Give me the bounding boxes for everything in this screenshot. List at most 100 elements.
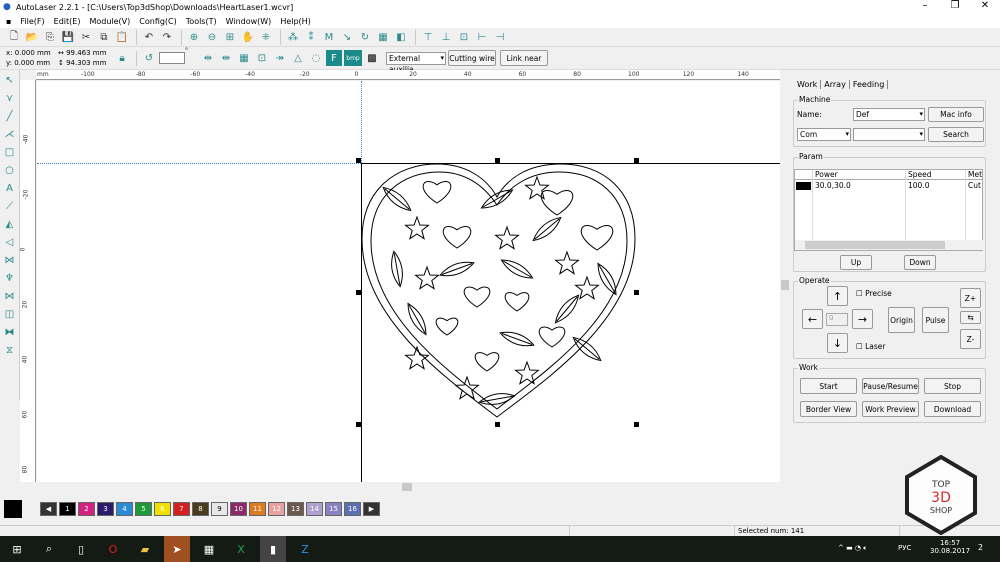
color-swatch[interactable]: 15 (325, 502, 342, 516)
color-swatch[interactable]: 12 (268, 502, 285, 516)
menu-config[interactable]: Config(C) (139, 17, 177, 26)
color-swatch[interactable]: 5 (135, 502, 152, 516)
mirror-icon[interactable]: M (321, 29, 337, 45)
smooth-icon[interactable]: △ (290, 50, 306, 66)
align-right-icon[interactable]: ⊣ (492, 29, 508, 45)
port-dropdown[interactable] (853, 128, 925, 141)
group-icon[interactable]: ⁜ (258, 29, 274, 45)
stop-button[interactable]: Stop (924, 378, 981, 394)
selection-handle[interactable] (495, 422, 500, 427)
offset-icon[interactable]: ◌ (308, 50, 324, 66)
align-center-v-icon[interactable]: ⊥ (438, 29, 454, 45)
opera-icon[interactable]: O (100, 536, 126, 562)
zoom-in-icon[interactable]: ⊕ (186, 29, 202, 45)
maximize-button[interactable]: ❐ (940, 0, 970, 11)
align-5-tool-icon[interactable]: ⧓ (2, 325, 17, 340)
language-indicator[interactable]: РУС (898, 544, 911, 552)
line-path-icon[interactable]: ↠ (272, 50, 288, 66)
link-near-button[interactable]: Link near (500, 50, 548, 66)
paste-icon[interactable]: 📋 (114, 29, 130, 45)
align-4-tool-icon[interactable]: ◫ (2, 307, 17, 322)
align-middle-icon[interactable]: ⊡ (456, 29, 472, 45)
vertical-scrollbar[interactable] (780, 80, 790, 482)
align-left-icon[interactable]: ⊢ (474, 29, 490, 45)
tray-icons[interactable]: ^ ▬ ◔ 🔈︎ (838, 544, 867, 553)
redo-icon[interactable]: ↷ (159, 29, 175, 45)
color-swatch[interactable]: 4 (116, 502, 133, 516)
step-input[interactable]: 0 (826, 313, 848, 326)
down-button[interactable]: Down (904, 255, 936, 270)
selection-handle[interactable] (634, 158, 639, 163)
text-tool-icon[interactable]: A (2, 181, 17, 196)
align-6-tool-icon[interactable]: ⧖ (2, 343, 17, 358)
calculator-icon[interactable]: ▦ (196, 536, 222, 562)
color-swatch[interactable]: 2 (78, 502, 95, 516)
search-button[interactable]: Search (928, 127, 984, 142)
grid-icon[interactable]: ▦ (375, 29, 391, 45)
color-swatch[interactable]: 14 (306, 502, 323, 516)
undo-icon[interactable]: ↶ (141, 29, 157, 45)
z-home-button[interactable]: ⇆ (960, 311, 981, 324)
distribute-h-icon[interactable]: ⇹ (200, 50, 216, 66)
drawing-canvas[interactable] (37, 81, 780, 482)
z-plus-button[interactable]: Z+ (960, 288, 981, 308)
distribute-v-icon[interactable]: ⇹ (218, 50, 234, 66)
move-left-button[interactable]: ← (802, 309, 823, 329)
copy-icon[interactable]: ⧉ (96, 29, 112, 45)
menu-help[interactable]: Help(H) (280, 17, 311, 26)
import-icon[interactable]: ⎘ (42, 29, 58, 45)
same-size-icon[interactable]: ▦ (236, 50, 252, 66)
color-swatch[interactable]: 11 (249, 502, 266, 516)
node-edit-icon[interactable]: ⁑ (303, 29, 319, 45)
minimize-button[interactable]: – (910, 0, 940, 11)
table-row[interactable]: 30.0,30.0 100.0 Cut (795, 181, 983, 191)
search-icon[interactable]: ⌕ (36, 536, 62, 562)
app-z-icon[interactable]: Z (292, 536, 318, 562)
move-down-button[interactable]: ↓ (827, 333, 848, 353)
tab-work[interactable]: Work (794, 80, 822, 89)
path-icon[interactable]: ↘ (339, 29, 355, 45)
windows-start-icon[interactable]: ⊞ (4, 536, 30, 562)
center-icon[interactable]: ⊡ (254, 50, 270, 66)
close-button[interactable]: ✕ (970, 0, 1000, 11)
up-button[interactable]: Up (840, 255, 872, 270)
color-swatch[interactable]: 9 (211, 502, 228, 516)
select-tool-icon[interactable]: ↖ (2, 73, 17, 88)
pulse-button[interactable]: Pulse (922, 307, 949, 333)
new-file-icon[interactable]: 🗋 (6, 29, 22, 45)
menu-tools[interactable]: Tools(T) (186, 17, 217, 26)
pause-resume-button[interactable]: Pause/Resume (862, 378, 919, 394)
node-tool-icon[interactable]: ⋎ (2, 91, 17, 106)
start-button[interactable]: Start (800, 378, 857, 394)
laser-checkbox[interactable]: ☐ Laser (856, 342, 886, 351)
ellipse-tool-icon[interactable]: ○ (2, 163, 17, 178)
polyline-tool-icon[interactable]: ⋌ (2, 127, 17, 142)
file-explorer-icon[interactable]: ▰ (132, 536, 158, 562)
align-2-tool-icon[interactable]: ♆ (2, 271, 17, 286)
mac-info-button[interactable]: Mac info (928, 107, 984, 122)
menu-file[interactable]: File(F) (20, 17, 44, 26)
work-preview-button[interactable]: Work Preview (862, 401, 919, 417)
palette-prev-button[interactable]: ◀ (40, 502, 57, 516)
clock[interactable]: 16:57 30.08.2017 (930, 539, 970, 555)
color-swatch[interactable]: 16 (344, 502, 361, 516)
color-swatch[interactable]: 10 (230, 502, 247, 516)
color-swatch[interactable]: 7 (173, 502, 190, 516)
selection-handle[interactable] (634, 290, 639, 295)
zoom-fit-icon[interactable]: ⊞ (222, 29, 238, 45)
scroll-thumb[interactable] (781, 280, 789, 290)
zoom-out-icon[interactable]: ⊖ (204, 29, 220, 45)
palette-next-button[interactable]: ▶ (363, 502, 380, 516)
selection-handle[interactable] (356, 158, 361, 163)
align-3-tool-icon[interactable]: ⋈ (2, 289, 17, 304)
selection-handle[interactable] (495, 158, 500, 163)
pan-hand-icon[interactable]: ✋ (240, 29, 256, 45)
move-right-button[interactable]: → (852, 309, 873, 329)
tab-array[interactable]: Array (821, 80, 850, 89)
menu-edit[interactable]: Edit(E) (54, 17, 81, 26)
cutting-wire-button[interactable]: Cutting wire (448, 50, 496, 66)
checker-icon[interactable]: ▩ (364, 50, 380, 66)
color-swatch[interactable]: 8 (192, 502, 209, 516)
rectangle-tool-icon[interactable]: □ (2, 145, 17, 160)
save-icon[interactable]: 💾 (60, 29, 76, 45)
